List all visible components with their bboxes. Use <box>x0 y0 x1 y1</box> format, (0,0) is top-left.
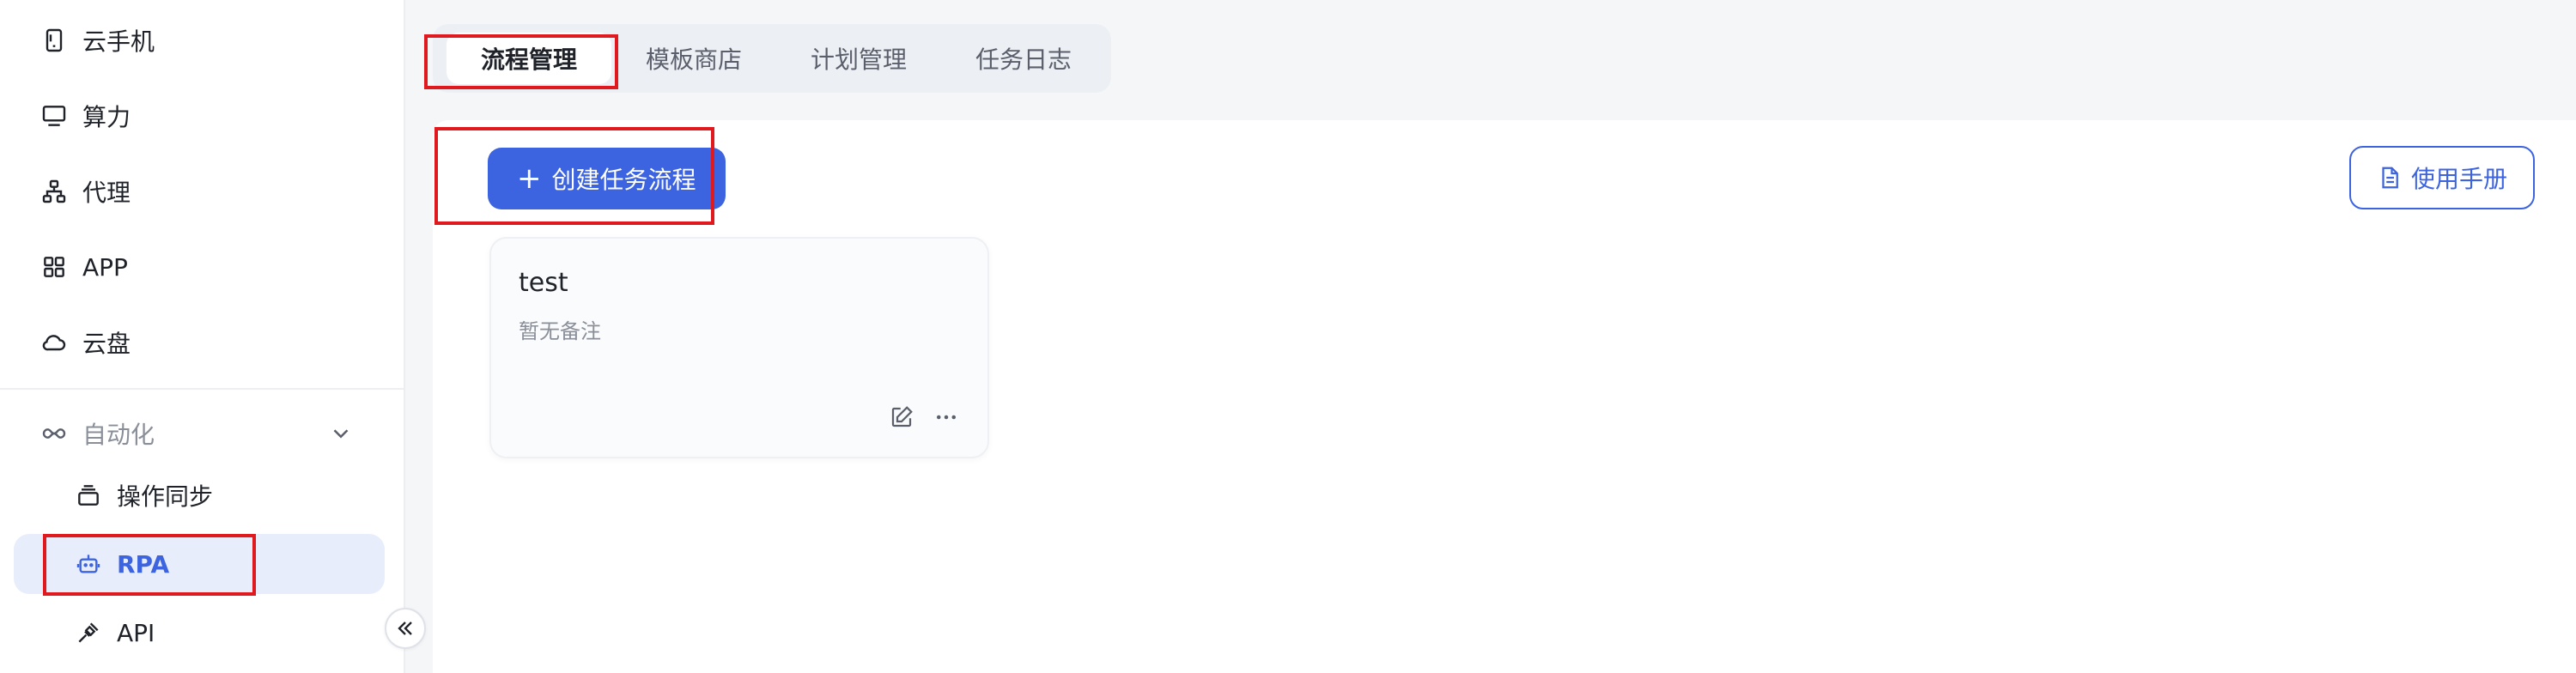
sidebar-divider <box>0 388 405 390</box>
sidebar-item-label: APP <box>82 252 128 282</box>
sidebar-item-rpa[interactable]: RPA <box>14 534 385 594</box>
chevron-down-icon <box>328 421 354 446</box>
infinity-icon <box>39 419 69 448</box>
grid-icon <box>39 252 69 282</box>
plus-icon: + <box>517 161 542 196</box>
sidebar-item-compute[interactable]: 算力 <box>14 86 385 146</box>
cloud-icon <box>39 328 69 357</box>
tab-flow-management[interactable]: 流程管理 <box>447 33 612 84</box>
document-icon <box>2382 167 2398 189</box>
tabs-bar: 流程管理 模板商店 计划管理 任务日志 <box>433 24 1111 93</box>
tab-plan-management[interactable]: 计划管理 <box>776 33 941 84</box>
sidebar-item-label: API <box>117 618 155 647</box>
sidebar-item-app[interactable]: APP <box>14 237 385 297</box>
sidebar-item-label: 操作同步 <box>117 482 214 511</box>
sidebar-group-automation[interactable]: 自动化 <box>14 403 385 464</box>
monitor-icon <box>39 101 69 130</box>
flow-card-title: test <box>519 268 568 298</box>
flow-card[interactable]: test 暂无备注 <box>489 237 989 458</box>
manual-button-label: 使用手册 <box>2410 165 2507 193</box>
more-icon[interactable] <box>933 403 960 431</box>
plug-icon <box>74 618 103 647</box>
sidebar-item-api[interactable]: API <box>14 603 385 663</box>
app-window: 云手机 算力 代理 APP 云盘 自动化 操作同步 RPA API 流程管理 模… <box>0 0 2576 673</box>
tab-template-store[interactable]: 模板商店 <box>611 33 776 84</box>
robot-icon <box>74 549 103 579</box>
layers-icon <box>74 481 103 510</box>
sidebar-item-label: 云盘 <box>82 330 131 358</box>
phone-icon <box>39 26 69 55</box>
user-manual-button[interactable]: 使用手册 <box>2348 146 2535 209</box>
content-panel: + 创建任务流程 使用手册 test 暂无备注 <box>433 120 2576 673</box>
sidebar-item-label: 代理 <box>82 179 131 207</box>
edit-icon[interactable] <box>888 403 915 431</box>
sidebar-item-label: 云手机 <box>82 27 155 56</box>
sidebar-item-label: RPA <box>117 549 170 579</box>
flow-card-note: 暂无备注 <box>519 319 601 343</box>
create-button-label: 创建任务流程 <box>551 166 696 194</box>
main-area: 流程管理 模板商店 计划管理 任务日志 + 创建任务流程 使用手册 test 暂… <box>405 0 2576 673</box>
flow-card-actions <box>888 403 960 431</box>
sidebar-item-sync[interactable]: 操作同步 <box>14 465 385 525</box>
sidebar-item-label: 算力 <box>82 103 131 131</box>
sidebar-group-label: 自动化 <box>82 421 155 449</box>
sidebar-item-cloud-phone[interactable]: 云手机 <box>14 10 385 70</box>
network-icon <box>39 177 69 206</box>
sidebar: 云手机 算力 代理 APP 云盘 自动化 操作同步 RPA API <box>0 0 426 673</box>
sidebar-item-cloud-disk[interactable]: 云盘 <box>14 312 385 373</box>
tab-task-log[interactable]: 任务日志 <box>941 33 1106 84</box>
sidebar-item-proxy[interactable]: 代理 <box>14 161 385 221</box>
create-task-flow-button[interactable]: + 创建任务流程 <box>488 148 726 209</box>
